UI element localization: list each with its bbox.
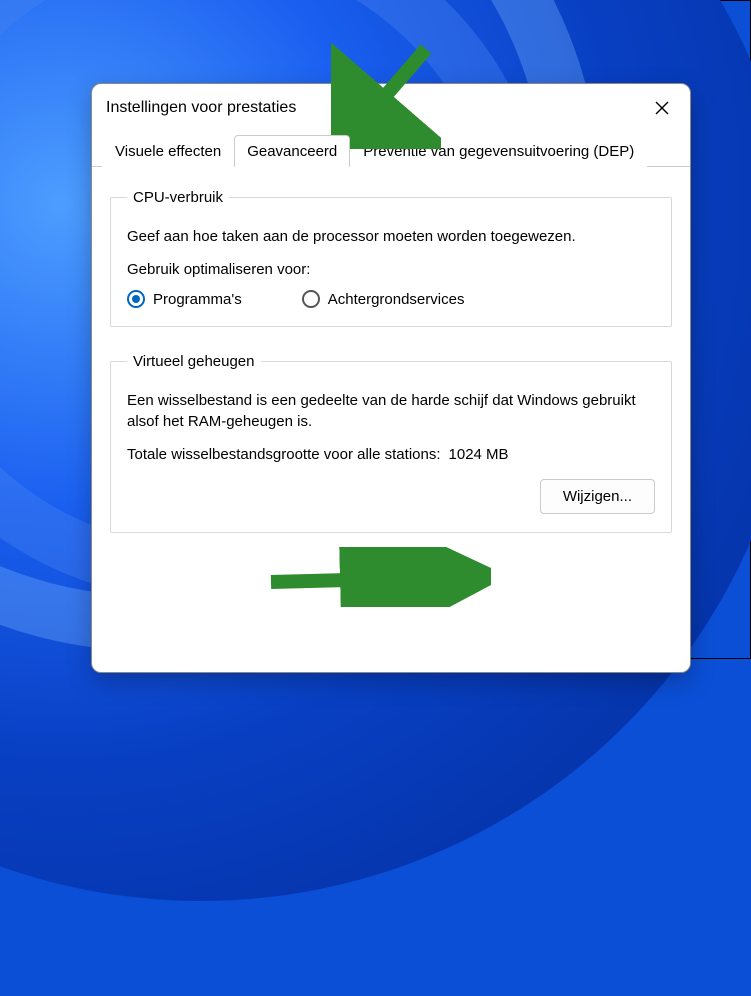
- tabstrip: Visuele effecten Geavanceerd Preventie v…: [92, 134, 690, 167]
- cpu-radio-group: Programma's Achtergrondservices: [127, 290, 655, 308]
- virtual-memory-group: Virtueel geheugen Een wisselbestand is e…: [110, 353, 672, 533]
- tab-label: Geavanceerd: [247, 143, 337, 160]
- group-legend: CPU-verbruik: [127, 189, 229, 206]
- tab-advanced[interactable]: Geavanceerd: [234, 135, 350, 167]
- cpu-desc: Geef aan hoe taken aan de processor moet…: [127, 226, 655, 247]
- radio-label: Achtergrondservices: [328, 291, 465, 308]
- close-icon: [655, 101, 669, 115]
- radio-icon: [127, 290, 145, 308]
- vm-total-label: Totale wisselbestandsgrootte voor alle s…: [127, 446, 441, 463]
- window-title: Instellingen voor prestaties: [106, 99, 296, 117]
- vm-desc: Een wisselbestand is een gedeelte van de…: [127, 390, 655, 432]
- tab-dep[interactable]: Preventie van gegevensuitvoering (DEP): [350, 135, 647, 167]
- vm-total-line: Totale wisselbestandsgrootte voor alle s…: [127, 446, 655, 463]
- tab-content-advanced: CPU-verbruik Geef aan hoe taken aan de p…: [92, 167, 690, 581]
- group-legend: Virtueel geheugen: [127, 353, 261, 370]
- change-button[interactable]: Wijzigen...: [540, 479, 655, 514]
- close-button[interactable]: [648, 94, 676, 122]
- cpu-usage-group: CPU-verbruik Geef aan hoe taken aan de p…: [110, 189, 672, 327]
- radio-programs[interactable]: Programma's: [127, 290, 242, 308]
- vm-total-value: 1024 MB: [449, 446, 509, 463]
- button-label: Wijzigen...: [563, 488, 632, 505]
- performance-options-dialog: Instellingen voor prestaties Visuele eff…: [91, 83, 691, 673]
- tab-label: Visuele effecten: [115, 143, 221, 160]
- cpu-subhead: Gebruik optimaliseren voor:: [127, 261, 655, 278]
- radio-background-services[interactable]: Achtergrondservices: [302, 290, 465, 308]
- tab-label: Preventie van gegevensuitvoering (DEP): [363, 143, 634, 160]
- radio-icon: [302, 290, 320, 308]
- tab-visual-effects[interactable]: Visuele effecten: [102, 135, 234, 167]
- titlebar: Instellingen voor prestaties: [92, 84, 690, 128]
- radio-label: Programma's: [153, 291, 242, 308]
